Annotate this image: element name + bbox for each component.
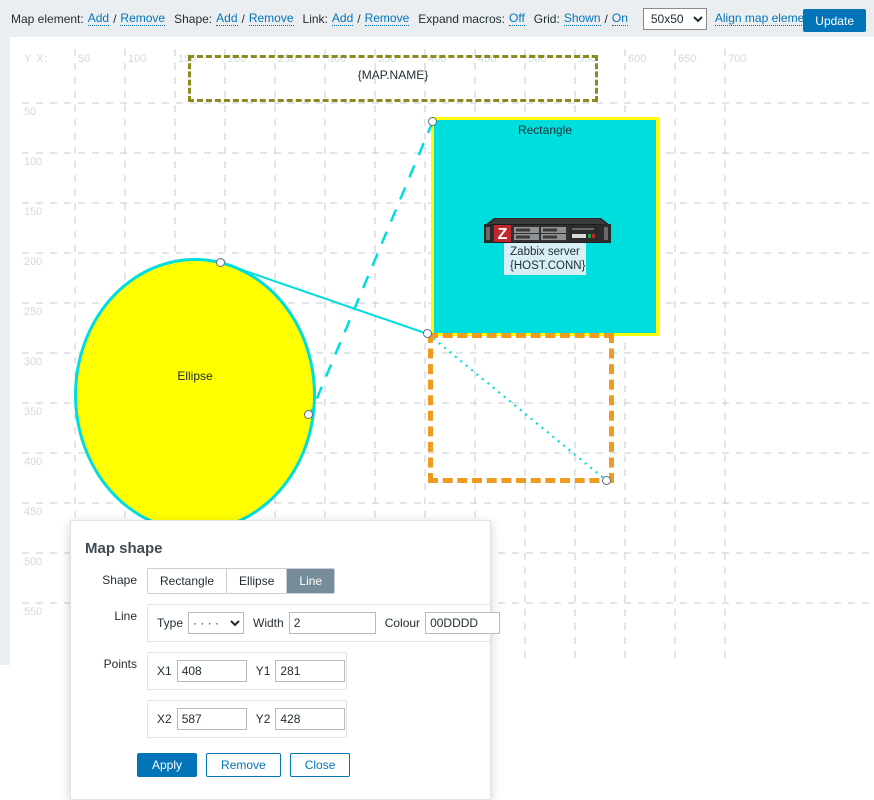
link-group: Link: Add / Remove [303, 11, 410, 26]
separator-2: / [241, 11, 245, 26]
map-element-remove-link[interactable]: Remove [120, 11, 166, 26]
points-row-1: Points X1 Y1 [71, 647, 490, 695]
y1-input[interactable] [275, 660, 346, 682]
host-name: Zabbix server [510, 246, 580, 258]
remove-button[interactable]: Remove [206, 753, 281, 777]
expand-macros-toggle[interactable]: Off [509, 11, 525, 26]
dialog-buttons: Apply Remove Close [71, 743, 490, 799]
width-label: Width [253, 616, 284, 630]
y2-label: Y2 [255, 712, 271, 726]
colour-hex-input[interactable] [426, 612, 501, 634]
grid-label: Grid: [533, 11, 560, 26]
shape-label: Shape: [174, 11, 213, 26]
link-add-link[interactable]: Add [331, 11, 354, 26]
map-element-label: Map element: [11, 11, 84, 26]
shape-type-row: Shape Rectangle Ellipse Line [71, 563, 490, 599]
update-button[interactable]: Update [803, 9, 866, 32]
grid-on-toggle[interactable]: On [611, 11, 628, 26]
point-1-box: X1 Y1 [147, 652, 347, 690]
grid-group: Grid: Shown / On [534, 11, 628, 26]
ellipse-shape-label: Ellipse [177, 369, 213, 383]
points-row-label: Points [103, 657, 137, 671]
expand-macros-label: Expand macros: [418, 11, 505, 26]
line-handle-dashed-end[interactable] [304, 410, 313, 419]
host-conn-macro: {HOST.CONN} [510, 260, 586, 272]
canvas-left-gutter [0, 37, 10, 665]
points-row-2: X2 Y2 [71, 695, 490, 743]
server-icon: Z [484, 218, 611, 243]
point-2-box: X2 Y2 [147, 700, 347, 738]
map-element-add-link[interactable]: Add [87, 11, 110, 26]
grid-shown-toggle[interactable]: Shown [563, 11, 601, 26]
shape-option-rectangle[interactable]: Rectangle [148, 569, 228, 593]
line-handle-mid[interactable] [423, 329, 432, 338]
x1-label: X1 [157, 664, 172, 678]
svg-text:Z: Z [498, 226, 508, 243]
map-element-label: Zabbix server {HOST.CONN} [504, 243, 586, 275]
rectangle-shape-label: Rectangle [517, 123, 573, 137]
shape-option-ellipse[interactable]: Ellipse [227, 569, 288, 593]
dialog-title: Map shape [85, 540, 163, 557]
dashed-line-shape[interactable] [308, 120, 435, 416]
shape-remove-link[interactable]: Remove [248, 11, 294, 26]
line-width-input[interactable] [288, 612, 376, 634]
apply-button[interactable]: Apply [137, 753, 198, 777]
line-row-label: Line [114, 609, 137, 623]
orange-dashed-rectangle-shape[interactable] [428, 333, 614, 483]
separator-3: / [357, 11, 361, 26]
line-properties-row: Line Type ———– – –· · · ·– · – · Width C… [71, 599, 501, 647]
shape-row-label: Shape [102, 573, 137, 587]
y1-label: Y1 [255, 664, 271, 678]
y2-input[interactable] [275, 708, 346, 730]
ellipse-handle-top[interactable] [216, 258, 225, 267]
close-button[interactable]: Close [289, 753, 351, 777]
points-row-label-spacer [85, 700, 147, 705]
x2-label: X2 [157, 712, 172, 726]
map-editor-toolbar: Map element: Add / Remove Shape: Add / R… [0, 0, 874, 37]
shape-option-line[interactable]: Line [287, 569, 335, 593]
shape-type-toggle-group: Rectangle Ellipse Line [147, 568, 336, 594]
colour-label: Colour [384, 616, 421, 630]
line-properties-box: Type ———– – –· · · ·– · – · Width Colour [147, 604, 501, 642]
expand-macros-group: Expand macros: Off [418, 11, 525, 26]
map-shape-dialog: Map shape Shape Rectangle Ellipse Line Lin… [70, 520, 501, 800]
link-remove-link[interactable]: Remove [364, 11, 410, 26]
x1-input[interactable] [176, 660, 247, 682]
type-label: Type [157, 616, 184, 630]
separator-1: / [113, 11, 117, 26]
line-handle-start[interactable] [428, 117, 437, 126]
ellipse-shape[interactable] [74, 258, 316, 532]
map-element-group: Map element: Add / Remove [11, 11, 166, 26]
x2-input[interactable] [176, 708, 247, 730]
shape-add-link[interactable]: Add [216, 11, 238, 26]
map-element-zabbix-server[interactable]: Z Zabbix server {HOST.CONN} [480, 210, 624, 290]
separator-4: / [604, 11, 608, 26]
shape-group: Shape: Add / Remove [174, 11, 294, 26]
grid-size-select[interactable]: 20x2040x4050x5075x75100x100 [642, 7, 707, 30]
map-name-label: {MAP.NAME} [357, 68, 429, 82]
line-type-select[interactable]: ———– – –· · · ·– · – · [188, 612, 245, 634]
link-label: Link: [302, 11, 328, 26]
line-handle-end[interactable] [602, 476, 611, 485]
